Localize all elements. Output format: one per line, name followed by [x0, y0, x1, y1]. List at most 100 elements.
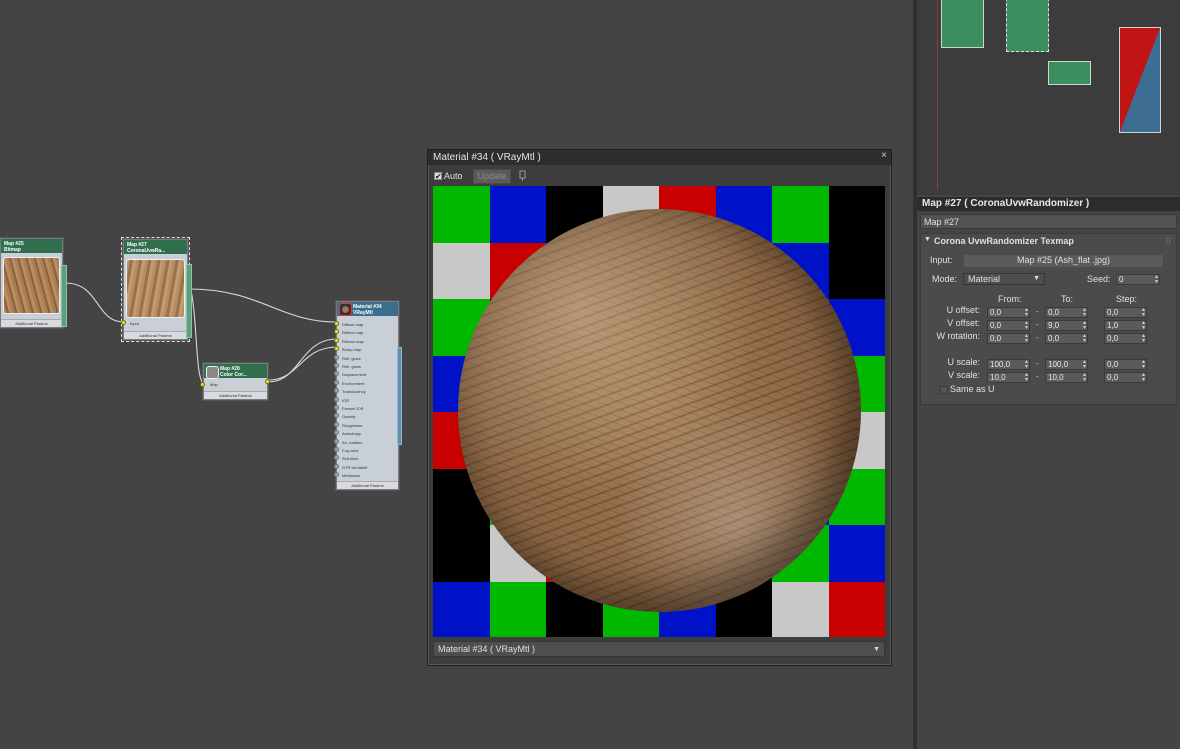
slot-socket[interactable]: [334, 396, 339, 402]
same-as-u-label: Same as U: [950, 384, 995, 394]
spinner-down-icon[interactable]: ▾: [1025, 364, 1028, 370]
map-name-field[interactable]: Map #27: [920, 214, 1177, 229]
slot-socket[interactable]: [334, 346, 339, 352]
spinner-down-icon[interactable]: ▾: [1083, 325, 1086, 331]
slot-socket[interactable]: [334, 413, 339, 419]
node-subtitle: VRayMtl: [353, 310, 373, 316]
spinner-to[interactable]: 0,0 ▴ ▾: [1045, 307, 1088, 318]
parameter-panel: Map #27 ( CoronaUvwRandomizer ) Map #27 …: [917, 197, 1180, 749]
slot-map-label: Map: [210, 382, 218, 387]
slot-socket[interactable]: [334, 363, 339, 368]
close-icon[interactable]: ×: [881, 150, 887, 161]
slot-socket[interactable]: [334, 388, 339, 394]
spinner-step[interactable]: 0,0 ▴ ▾: [1104, 333, 1147, 344]
slot-socket[interactable]: [334, 405, 339, 410]
node-map25-bitmap[interactable]: Map #25 Bitmap Additional Params: [0, 238, 63, 328]
auto-checkbox[interactable]: ✔: [434, 172, 442, 181]
checker-cell: [433, 242, 490, 300]
slot-label: Translucency: [342, 389, 366, 395]
slot-socket[interactable]: [334, 337, 339, 343]
spinner-down-icon[interactable]: ▾: [1142, 364, 1145, 370]
column-step-header: Step:: [1116, 294, 1138, 304]
checker-cell: [772, 581, 829, 637]
spinner-down-icon[interactable]: ▾: [1025, 325, 1028, 331]
material-preview-window[interactable]: Material #34 ( VRayMtl ) × ✔ Auto Update…: [427, 149, 892, 666]
spinner-value: 0,0: [1048, 308, 1060, 317]
rollout-title[interactable]: Corona UvwRandomizer Texmap: [934, 236, 1074, 246]
spinner-down-icon[interactable]: ▾: [1142, 338, 1145, 344]
slot-socket[interactable]: [334, 321, 339, 326]
checker-cell: [433, 581, 490, 637]
node-footer[interactable]: Additional Params: [337, 481, 398, 489]
column-from-header: From:: [998, 294, 1022, 304]
spinner-down-icon[interactable]: ▾: [1155, 279, 1158, 285]
node-footer[interactable]: Additional Params: [204, 391, 267, 399]
spinner-from[interactable]: 0,0 ▴ ▾: [987, 307, 1030, 318]
slot-socket[interactable]: [334, 472, 339, 478]
row-label: V scale:: [947, 370, 980, 380]
slot-socket[interactable]: [334, 379, 339, 385]
spinner-down-icon[interactable]: ▾: [1083, 338, 1086, 344]
spinner-down-icon[interactable]: ▾: [1142, 325, 1145, 331]
spinner-from[interactable]: 0,0 ▴ ▾: [987, 320, 1030, 331]
material-selector[interactable]: Material #34 ( VRayMtl ) ▼: [433, 641, 885, 657]
rollout-toggle-icon[interactable]: ▼: [924, 236, 931, 243]
slot-socket[interactable]: [334, 447, 339, 452]
checker-cell: [828, 186, 885, 243]
spinner-down-icon[interactable]: ▾: [1083, 377, 1086, 383]
node-material34-vraymtl[interactable]: Material #34 VRayMtl Additional Params D…: [334, 301, 399, 490]
node-map28-color-correction[interactable]: Map #28 Color Cor... Map Additional Para…: [203, 363, 268, 400]
slot-label: IOR: [342, 397, 350, 403]
spinner-step[interactable]: 1,0 ▴ ▾: [1104, 320, 1147, 331]
navigator-node: [941, 0, 984, 48]
slot-socket[interactable]: [334, 371, 339, 377]
spinner-step[interactable]: 0,0 ▴ ▾: [1104, 372, 1147, 383]
node-subtitle: Bitmap: [4, 247, 21, 253]
node-footer[interactable]: Additional Params: [1, 319, 62, 327]
slot-socket[interactable]: [334, 430, 339, 436]
spinner-to[interactable]: 10,0 ▴ ▾: [1045, 372, 1088, 383]
slot-socket[interactable]: [334, 329, 339, 335]
node-footer[interactable]: Additional Params: [124, 331, 187, 339]
node-output-bar: [61, 265, 67, 327]
spinner-from[interactable]: 10,0 ▴ ▾: [987, 372, 1030, 383]
update-button[interactable]: Update: [473, 169, 511, 184]
node-subtitle: Color Cor...: [220, 372, 247, 378]
spinner-down-icon[interactable]: ▾: [1025, 338, 1028, 344]
spinner-down-icon[interactable]: ▾: [1025, 312, 1028, 318]
navigator-view[interactable]: [917, 0, 1180, 195]
spinner-from[interactable]: 0,0 ▴ ▾: [987, 333, 1030, 344]
slot-socket[interactable]: [334, 463, 339, 469]
node-map27-corona-uvw-randomizer[interactable]: Map #27 CoronaUvwRa... Input Additional …: [121, 237, 190, 342]
spinner-step[interactable]: 0,0 ▴ ▾: [1104, 359, 1147, 370]
spinner-down-icon[interactable]: ▾: [1083, 364, 1086, 370]
same-as-u-checkbox[interactable]: [940, 386, 948, 394]
spinner-to[interactable]: 9,0 ▴ ▾: [1045, 320, 1088, 331]
slot-label: Fog color: [342, 448, 359, 453]
input-map-button[interactable]: Map #25 (Ash_flat .jpg): [963, 254, 1164, 268]
pin-icon[interactable]: [518, 170, 528, 182]
spinner-down-icon[interactable]: ▾: [1142, 377, 1145, 383]
spinner-to[interactable]: 100,0 ▴ ▾: [1045, 359, 1088, 370]
input-socket[interactable]: [121, 320, 126, 325]
seed-spinner[interactable]: 0 ▴ ▾: [1116, 274, 1160, 285]
column-to-header: To:: [1061, 294, 1074, 304]
spinner-down-icon[interactable]: ▾: [1083, 312, 1086, 318]
spinner-down-icon[interactable]: ▾: [1142, 312, 1145, 318]
input-label: Input:: [930, 255, 953, 265]
slot-socket[interactable]: [334, 421, 339, 427]
spinner-to[interactable]: 0,0 ▴ ▾: [1045, 333, 1088, 344]
input-socket[interactable]: [200, 382, 205, 387]
rollout-corona-uvw-randomizer: ▼ Corona UvwRandomizer Texmap ⠿ Input: M…: [920, 233, 1177, 405]
spinner-step[interactable]: 0,0 ▴ ▾: [1104, 307, 1147, 318]
slot-socket[interactable]: [334, 438, 339, 444]
slot-socket[interactable]: [334, 455, 339, 461]
output-socket[interactable]: [265, 379, 270, 384]
slot-socket[interactable]: [334, 354, 339, 360]
mode-dropdown[interactable]: Material ▼: [963, 273, 1045, 285]
checker-cell: [828, 242, 885, 300]
spinner-down-icon[interactable]: ▾: [1025, 377, 1028, 383]
preview-viewport[interactable]: [433, 186, 885, 637]
spinner-value: 0,0: [990, 308, 1002, 317]
spinner-from[interactable]: 100,0 ▴ ▾: [987, 359, 1030, 370]
